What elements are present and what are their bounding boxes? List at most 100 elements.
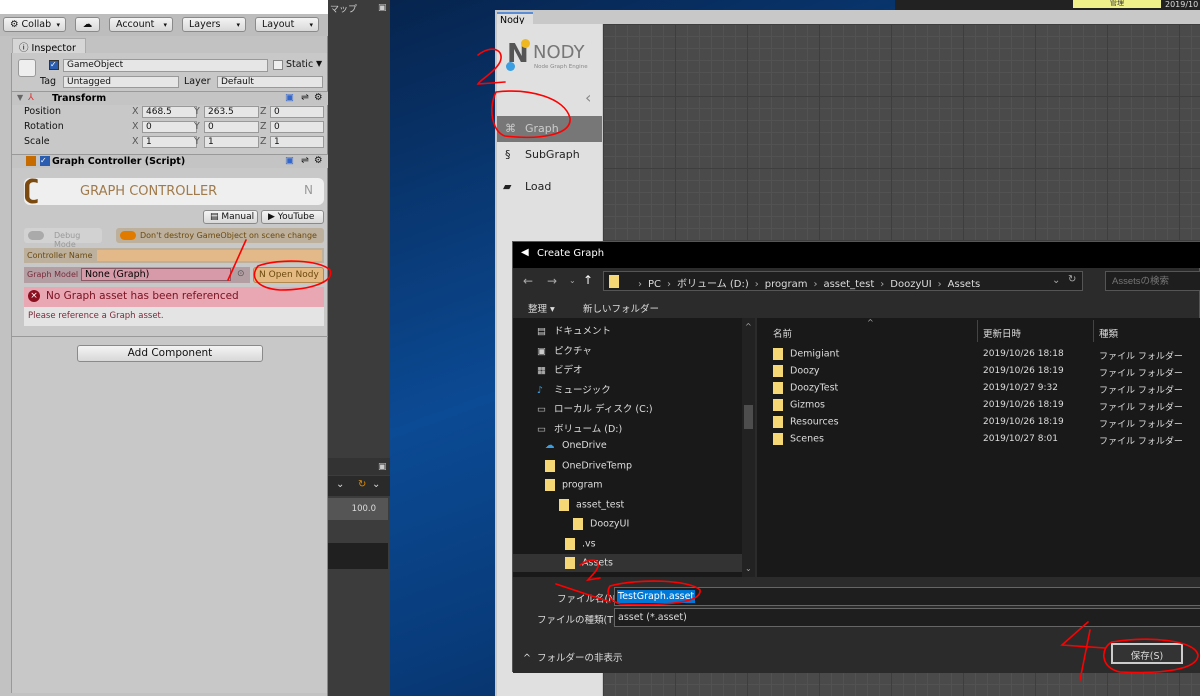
tree-item[interactable]: ▤ ドキュメント (537, 323, 611, 337)
help-icon[interactable]: ▣ (285, 155, 294, 166)
file-row[interactable]: Demigiant (773, 348, 839, 360)
forward-button[interactable]: → (547, 274, 557, 288)
add-component-button[interactable]: Add Component (77, 345, 263, 362)
layout-button[interactable]: Layout ▾ (255, 17, 319, 32)
filename-input[interactable]: TestGraph.asset (614, 587, 1200, 606)
refresh-icon[interactable]: ↻ (1068, 274, 1076, 285)
tree-item[interactable]: ▦ ビデオ (537, 362, 583, 376)
up-button[interactable]: ↑ (583, 273, 593, 287)
static-dropdown-icon[interactable]: ▼ (316, 59, 322, 68)
nav-graph[interactable]: ⌘ Graph (497, 116, 602, 142)
controller-name-input[interactable] (97, 250, 322, 261)
object-picker-icon[interactable]: ⊙ (237, 269, 245, 279)
address-bar[interactable]: › PC › ボリューム (D:) › program › asset_test › DoozyU… (603, 271, 1083, 291)
tree-item[interactable]: Assets (565, 557, 613, 569)
address-dropdown-icon[interactable]: ⌄ (1052, 275, 1060, 286)
dont-destroy-toggle[interactable]: Don't destroy GameObject on scene change (116, 228, 324, 243)
zoom-field[interactable]: 100.0 (328, 498, 388, 520)
file-row[interactable]: Resources (773, 416, 839, 428)
gameobject-name-input[interactable]: GameObject (63, 59, 268, 72)
collab-button[interactable]: ⚙ Collab ▾ (3, 17, 66, 32)
scroll-up-icon[interactable]: ^ (745, 322, 752, 331)
cloud-button[interactable]: ☁ (75, 17, 100, 32)
file-row[interactable]: DoozyTest (773, 382, 838, 394)
tree-item[interactable]: ▭ ローカル ディスク (C:) (537, 401, 653, 415)
preset-icon[interactable]: ⇌ (301, 92, 309, 103)
column-date[interactable]: 更新日時 (983, 326, 1021, 340)
file-row[interactable]: Scenes (773, 433, 824, 445)
gear-icon[interactable]: ⚙ (314, 92, 323, 103)
file-row[interactable]: Doozy (773, 365, 820, 377)
transform-x-input[interactable]: 468.5 (142, 106, 197, 118)
transform-x-input[interactable]: 1 (142, 136, 197, 148)
static-checkbox[interactable] (273, 60, 283, 70)
transform-y-input[interactable]: 263.5 (204, 106, 259, 118)
column-name[interactable]: 名前 (773, 326, 792, 340)
active-checkbox[interactable]: ✓ (49, 60, 59, 70)
tree-item[interactable]: ♪ ミュージック (537, 382, 611, 396)
filetype-dropdown[interactable]: asset (*.asset) (614, 608, 1200, 627)
gear-icon[interactable]: ⚙ (314, 155, 323, 166)
nav-subgraph[interactable]: § SubGraph (497, 142, 602, 168)
transform-z-input[interactable]: 1 (270, 136, 324, 148)
tree-item[interactable]: ☁ OneDrive (545, 440, 607, 451)
tree-item[interactable]: .vs (565, 537, 596, 550)
debug-mode-toggle[interactable]: Debug Mode (24, 228, 102, 249)
transform-x-input[interactable]: 0 (142, 121, 197, 133)
save-button[interactable]: 保存(S) (1111, 643, 1183, 664)
recent-dropdown-icon[interactable]: ⌄ (569, 276, 576, 285)
tab-inspector[interactable]: ⓘ Inspector (12, 38, 86, 54)
foldout-arrow-icon[interactable]: ▼ (17, 93, 23, 102)
chevron-down-icon[interactable]: ⌄ (372, 479, 380, 490)
youtube-button[interactable]: ▶ YouTube (261, 210, 324, 224)
breadcrumb-item[interactable]: program (765, 279, 808, 290)
tree-scrollbar[interactable]: ^ ⌄ (742, 318, 755, 577)
layers-button[interactable]: Layers ▾ (182, 17, 246, 32)
column-type[interactable]: 種類 (1099, 326, 1118, 340)
file-row[interactable]: Gizmos (773, 399, 825, 411)
transform-y-input[interactable]: 0 (204, 121, 259, 133)
graph-icon: ⌘ (505, 122, 516, 135)
hide-folders-button[interactable]: ^ フォルダーの非表示 (523, 650, 623, 664)
new-folder-button[interactable]: 新しいフォルダー (583, 301, 659, 315)
help-icon[interactable]: ▣ (285, 92, 294, 103)
breadcrumb-item[interactable]: DoozyUI (890, 279, 931, 290)
tree-item[interactable]: program (545, 479, 603, 491)
graph-controller-header[interactable]: Graph Controller (Script) (12, 154, 328, 168)
breadcrumb-item[interactable]: Assets (948, 279, 981, 290)
maximize-icon[interactable]: ▣ (378, 3, 387, 13)
tag-dropdown[interactable]: Untagged (63, 76, 179, 88)
tree-item[interactable]: asset_test (559, 498, 624, 511)
preset-icon[interactable]: ⇌ (301, 155, 309, 166)
transform-z-input[interactable]: 0 (270, 106, 324, 118)
scroll-down-icon[interactable]: ⌄ (745, 564, 752, 573)
search-input[interactable] (1105, 271, 1200, 291)
organize-button[interactable]: 整理 ▾ (528, 301, 555, 315)
tab-map[interactable]: マップ (330, 2, 357, 15)
tree-item[interactable]: DoozyUI (573, 518, 629, 530)
manual-button[interactable]: ▤ Manual (203, 210, 258, 224)
transform-header[interactable]: Transform (12, 91, 328, 105)
transform-z-input[interactable]: 0 (270, 121, 324, 133)
breadcrumb-item[interactable]: PC (648, 279, 661, 290)
maximize-icon[interactable]: ▣ (378, 462, 387, 472)
graph-model-field[interactable]: None (Graph) (81, 268, 231, 281)
tree-item[interactable]: ▣ ピクチャ (537, 343, 592, 357)
enabled-checkbox[interactable]: ✓ (40, 156, 50, 166)
account-button[interactable]: Account ▾ (109, 17, 173, 32)
breadcrumb-item[interactable]: asset_test (823, 279, 874, 290)
tree-item[interactable]: ▭ ボリューム (D:) (537, 421, 622, 435)
transform-y-input[interactable]: 1 (204, 136, 259, 148)
chevron-down-icon[interactable]: ⌄ (336, 479, 344, 490)
rotate-icon[interactable]: ↻ (358, 479, 366, 490)
breadcrumb-item[interactable]: ボリューム (D:) (677, 279, 749, 290)
layer-dropdown[interactable]: Default (217, 76, 323, 88)
open-nody-button[interactable]: N Open Nody (253, 267, 324, 283)
tree-item-label: .vs (582, 538, 596, 549)
back-button[interactable]: ← (523, 274, 533, 288)
nav-load[interactable]: ▰ Load (497, 174, 602, 200)
collapse-chevron-icon[interactable]: ‹ (585, 88, 591, 107)
manage-tab[interactable]: 管理 (1073, 0, 1161, 8)
tree-item[interactable]: OneDriveTemp (545, 459, 632, 472)
scrollbar-thumb[interactable] (744, 405, 753, 429)
